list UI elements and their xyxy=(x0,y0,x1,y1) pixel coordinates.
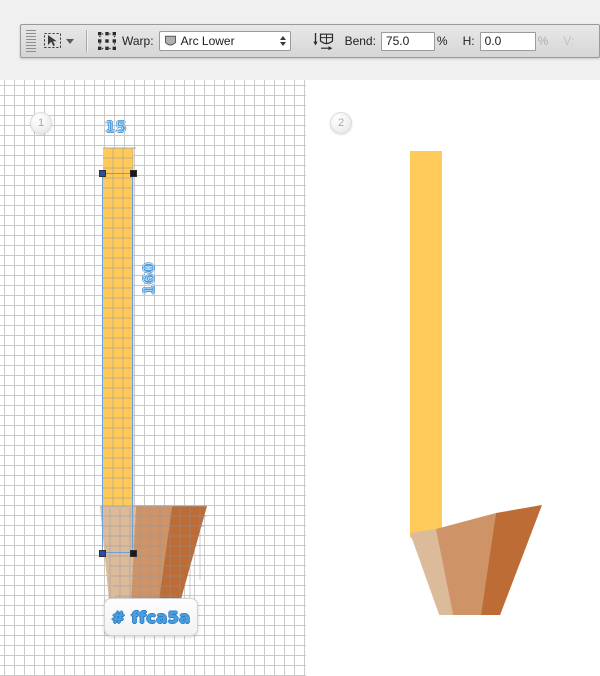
hex-color-badge: # ffca5a xyxy=(104,598,198,636)
selection-handle-bottom-right[interactable] xyxy=(130,550,137,557)
toolbar-spacer-1 xyxy=(297,30,305,52)
h-unit: % xyxy=(537,34,549,48)
grid-workspace-panel[interactable]: 1 15 160 # ffca5a xyxy=(0,80,306,676)
warp-style-value: Arc Lower xyxy=(180,34,235,48)
selection-handle-top-left[interactable] xyxy=(99,170,106,177)
horizontal-distortion-input[interactable]: 0.0 xyxy=(479,31,536,51)
h-label: H: xyxy=(462,34,475,48)
toolbar-separator-1 xyxy=(86,30,88,52)
canvas-area: 1 15 160 # ffca5a 2 xyxy=(0,80,600,676)
v-label: V: xyxy=(563,34,575,48)
pencil-shape-result xyxy=(410,151,542,615)
toolbar-drag-grip[interactable] xyxy=(26,30,36,52)
step-badge-1: 1 xyxy=(30,112,52,134)
bend-label: Bend: xyxy=(344,34,376,48)
hex-color-value: # ffca5a xyxy=(111,607,191,627)
toolbar-area: Warp: Arc Lower Bend: 75.0 % H: 0.0 % V: xyxy=(0,0,600,80)
path-selection-icon[interactable] xyxy=(40,29,66,53)
selection-handle-bottom-left[interactable] xyxy=(99,550,106,557)
bend-unit: % xyxy=(436,34,448,48)
bend-value: 75.0 xyxy=(385,34,410,48)
h-value: 0.0 xyxy=(484,34,502,48)
step-badge-2: 2 xyxy=(330,112,352,134)
warp-grid-icon[interactable] xyxy=(94,29,120,53)
bend-input[interactable]: 75.0 xyxy=(380,31,435,51)
selection-bounding-box xyxy=(102,173,133,553)
selection-handle-top-right[interactable] xyxy=(130,170,137,177)
options-toolbar: Warp: Arc Lower Bend: 75.0 % H: 0.0 % V: xyxy=(20,24,600,58)
change-warp-orientation-icon[interactable] xyxy=(311,29,337,53)
warp-style-stepper[interactable] xyxy=(279,33,286,49)
chevron-down-icon[interactable] xyxy=(66,38,74,44)
warp-label: Warp: xyxy=(122,34,154,48)
arc-lower-shape-icon xyxy=(164,35,177,48)
result-preview-panel[interactable]: 2 xyxy=(306,80,600,676)
warp-style-select[interactable]: Arc Lower xyxy=(158,31,291,51)
width-dimension-label: 15 xyxy=(105,118,127,137)
